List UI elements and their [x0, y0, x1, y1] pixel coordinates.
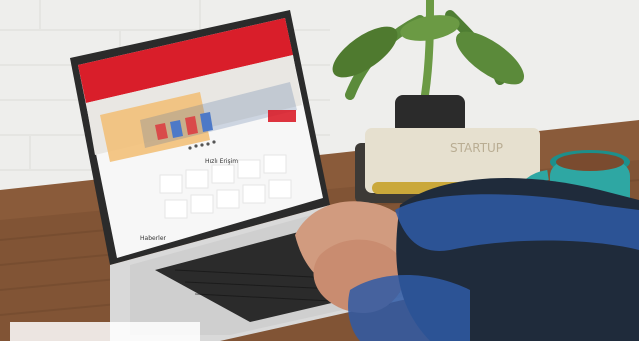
- quick-tile[interactable]: [216, 189, 240, 209]
- quick-tile[interactable]: [185, 169, 209, 189]
- photo-scene: STARTUP Hızlı Erişim Haberler: [0, 0, 639, 341]
- quick-tile[interactable]: [159, 174, 183, 194]
- quick-access-title: Hızlı Erişim: [205, 158, 238, 165]
- svg-text:STARTUP: STARTUP: [450, 141, 503, 155]
- quick-tile[interactable]: [237, 159, 261, 179]
- paper: [10, 322, 200, 341]
- banner-badge-block: [268, 110, 296, 122]
- quick-tile[interactable]: [211, 164, 235, 184]
- footer-label: Haberler: [140, 235, 167, 242]
- quick-tile[interactable]: [242, 184, 266, 204]
- quick-tile[interactable]: [268, 179, 292, 199]
- quick-tile[interactable]: [164, 199, 188, 219]
- quick-tile[interactable]: [263, 154, 287, 174]
- quick-tile[interactable]: [190, 194, 214, 214]
